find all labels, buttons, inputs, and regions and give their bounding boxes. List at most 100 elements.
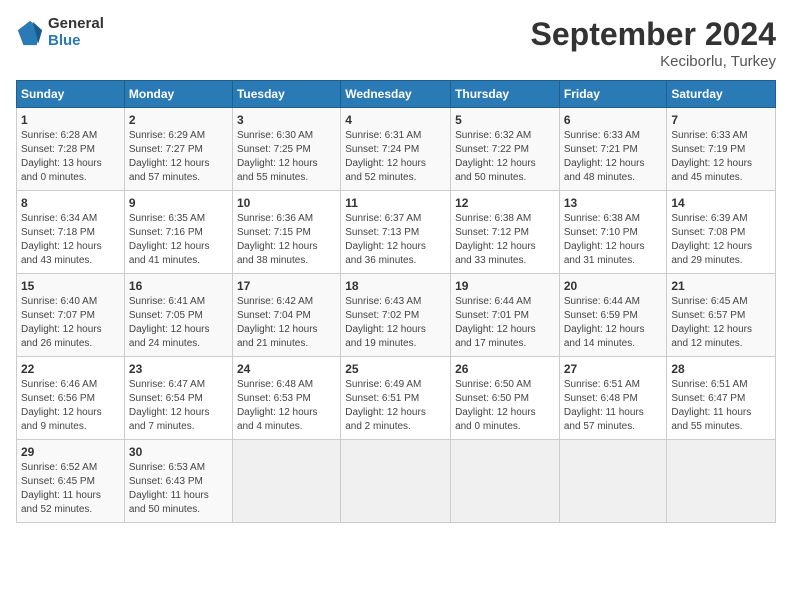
- day-number: 15: [21, 279, 120, 293]
- calendar-day-cell: 16 Sunrise: 6:41 AM Sunset: 7:05 PM Dayli…: [124, 274, 232, 357]
- day-number: 8: [21, 196, 120, 210]
- calendar-week-row: 15 Sunrise: 6:40 AM Sunset: 7:07 PM Dayli…: [17, 274, 776, 357]
- calendar-day-cell: 24 Sunrise: 6:48 AM Sunset: 6:53 PM Dayli…: [232, 357, 340, 440]
- day-info: Sunrise: 6:33 AM Sunset: 7:19 PM Dayligh…: [671, 129, 771, 185]
- calendar-day-cell: 8 Sunrise: 6:34 AM Sunset: 7:18 PM Daylig…: [17, 191, 125, 274]
- weekday-header-cell: Wednesday: [341, 81, 451, 108]
- day-number: 26: [455, 362, 555, 376]
- calendar-week-row: 22 Sunrise: 6:46 AM Sunset: 6:56 PM Dayli…: [17, 357, 776, 440]
- calendar-table: SundayMondayTuesdayWednesdayThursdayFrid…: [16, 80, 776, 523]
- logo-icon: [16, 19, 44, 47]
- calendar-day-cell: 6Sunrise: 6:33 AM Sunset: 7:21 PM Daylig…: [559, 108, 667, 191]
- day-number: 13: [564, 196, 663, 210]
- calendar-day-cell: 9Sunrise: 6:35 AM Sunset: 7:16 PM Daylig…: [124, 191, 232, 274]
- day-number: 21: [671, 279, 771, 293]
- day-number: 3: [237, 113, 336, 127]
- day-info: Sunrise: 6:32 AM Sunset: 7:22 PM Dayligh…: [455, 129, 555, 185]
- calendar-day-cell: 7Sunrise: 6:33 AM Sunset: 7:19 PM Daylig…: [667, 108, 776, 191]
- calendar-day-cell: 1 Sunrise: 6:28 AM Sunset: 7:28 PM Daylig…: [17, 108, 125, 191]
- weekday-header-cell: Sunday: [17, 81, 125, 108]
- logo-general-text: General: [48, 16, 104, 33]
- header: General Blue September 2024 Keciborlu, T…: [16, 16, 776, 70]
- calendar-day-cell: 12Sunrise: 6:38 AM Sunset: 7:12 PM Dayli…: [451, 191, 560, 274]
- day-info: Sunrise: 6:43 AM Sunset: 7:02 PM Dayligh…: [345, 295, 446, 351]
- calendar-day-cell: 18Sunrise: 6:43 AM Sunset: 7:02 PM Dayli…: [341, 274, 451, 357]
- weekday-header-cell: Monday: [124, 81, 232, 108]
- day-number: 2: [129, 113, 228, 127]
- calendar-day-cell: [451, 440, 560, 523]
- day-number: 5: [455, 113, 555, 127]
- day-number: 9: [129, 196, 228, 210]
- day-info: Sunrise: 6:51 AM Sunset: 6:48 PM Dayligh…: [564, 378, 663, 434]
- calendar-day-cell: [232, 440, 340, 523]
- day-number: 24: [237, 362, 336, 376]
- calendar-day-cell: 3 Sunrise: 6:30 AM Sunset: 7:25 PM Daylig…: [232, 108, 340, 191]
- day-info: Sunrise: 6:50 AM Sunset: 6:50 PM Dayligh…: [455, 378, 555, 434]
- calendar-day-cell: 10 Sunrise: 6:36 AM Sunset: 7:15 PM Dayli…: [232, 191, 340, 274]
- day-info: Sunrise: 6:47 AM Sunset: 6:54 PM Dayligh…: [129, 378, 228, 434]
- day-info: Sunrise: 6:48 AM Sunset: 6:53 PM Dayligh…: [237, 378, 336, 434]
- day-info: Sunrise: 6:40 AM Sunset: 7:07 PM Dayligh…: [21, 295, 120, 351]
- day-number: 16: [129, 279, 228, 293]
- calendar-day-cell: 4Sunrise: 6:31 AM Sunset: 7:24 PM Daylig…: [341, 108, 451, 191]
- day-number: 30: [129, 445, 228, 459]
- day-number: 11: [345, 196, 446, 210]
- calendar-day-cell: 28 Sunrise: 6:51 AM Sunset: 6:47 PM Dayli…: [667, 357, 776, 440]
- day-info: Sunrise: 6:31 AM Sunset: 7:24 PM Dayligh…: [345, 129, 446, 185]
- calendar-day-cell: 14 Sunrise: 6:39 AM Sunset: 7:08 PM Dayli…: [667, 191, 776, 274]
- day-info: Sunrise: 6:34 AM Sunset: 7:18 PM Dayligh…: [21, 212, 120, 268]
- calendar-day-cell: 20Sunrise: 6:44 AM Sunset: 6:59 PM Dayli…: [559, 274, 667, 357]
- day-number: 25: [345, 362, 446, 376]
- day-number: 27: [564, 362, 663, 376]
- day-number: 1: [21, 113, 120, 127]
- weekday-header-cell: Tuesday: [232, 81, 340, 108]
- day-info: Sunrise: 6:41 AM Sunset: 7:05 PM Dayligh…: [129, 295, 228, 351]
- calendar-day-cell: [341, 440, 451, 523]
- day-info: Sunrise: 6:38 AM Sunset: 7:10 PM Dayligh…: [564, 212, 663, 268]
- calendar-day-cell: 11 Sunrise: 6:37 AM Sunset: 7:13 PM Dayli…: [341, 191, 451, 274]
- day-info: Sunrise: 6:39 AM Sunset: 7:08 PM Dayligh…: [671, 212, 771, 268]
- day-info: Sunrise: 6:44 AM Sunset: 7:01 PM Dayligh…: [455, 295, 555, 351]
- calendar-week-row: 8 Sunrise: 6:34 AM Sunset: 7:18 PM Daylig…: [17, 191, 776, 274]
- day-info: Sunrise: 6:42 AM Sunset: 7:04 PM Dayligh…: [237, 295, 336, 351]
- logo-blue-text: Blue: [48, 33, 104, 50]
- weekday-header: SundayMondayTuesdayWednesdayThursdayFrid…: [17, 81, 776, 108]
- day-info: Sunrise: 6:51 AM Sunset: 6:47 PM Dayligh…: [671, 378, 771, 434]
- logo: General Blue: [16, 16, 104, 49]
- day-number: 22: [21, 362, 120, 376]
- calendar-day-cell: 21 Sunrise: 6:45 AM Sunset: 6:57 PM Dayli…: [667, 274, 776, 357]
- calendar-day-cell: 15 Sunrise: 6:40 AM Sunset: 7:07 PM Dayli…: [17, 274, 125, 357]
- day-info: Sunrise: 6:33 AM Sunset: 7:21 PM Dayligh…: [564, 129, 663, 185]
- day-info: Sunrise: 6:37 AM Sunset: 7:13 PM Dayligh…: [345, 212, 446, 268]
- day-info: Sunrise: 6:46 AM Sunset: 6:56 PM Dayligh…: [21, 378, 120, 434]
- day-number: 14: [671, 196, 771, 210]
- calendar-day-cell: 26 Sunrise: 6:50 AM Sunset: 6:50 PM Dayli…: [451, 357, 560, 440]
- calendar-week-row: 29 Sunrise: 6:52 AM Sunset: 6:45 PM Dayli…: [17, 440, 776, 523]
- weekday-header-cell: Thursday: [451, 81, 560, 108]
- calendar-day-cell: [667, 440, 776, 523]
- calendar-day-cell: 2Sunrise: 6:29 AM Sunset: 7:27 PM Daylig…: [124, 108, 232, 191]
- day-info: Sunrise: 6:45 AM Sunset: 6:57 PM Dayligh…: [671, 295, 771, 351]
- day-number: 23: [129, 362, 228, 376]
- day-info: Sunrise: 6:52 AM Sunset: 6:45 PM Dayligh…: [21, 461, 120, 517]
- calendar-day-cell: 19Sunrise: 6:44 AM Sunset: 7:01 PM Dayli…: [451, 274, 560, 357]
- day-number: 28: [671, 362, 771, 376]
- day-number: 17: [237, 279, 336, 293]
- calendar-day-cell: 17 Sunrise: 6:42 AM Sunset: 7:04 PM Dayli…: [232, 274, 340, 357]
- calendar-day-cell: 23 Sunrise: 6:47 AM Sunset: 6:54 PM Dayli…: [124, 357, 232, 440]
- day-info: Sunrise: 6:30 AM Sunset: 7:25 PM Dayligh…: [237, 129, 336, 185]
- calendar-day-cell: 27 Sunrise: 6:51 AM Sunset: 6:48 PM Dayli…: [559, 357, 667, 440]
- calendar-day-cell: 5 Sunrise: 6:32 AM Sunset: 7:22 PM Daylig…: [451, 108, 560, 191]
- calendar-day-cell: 22 Sunrise: 6:46 AM Sunset: 6:56 PM Dayli…: [17, 357, 125, 440]
- day-info: Sunrise: 6:28 AM Sunset: 7:28 PM Dayligh…: [21, 129, 120, 185]
- day-number: 12: [455, 196, 555, 210]
- calendar-body: 1 Sunrise: 6:28 AM Sunset: 7:28 PM Daylig…: [17, 108, 776, 523]
- day-info: Sunrise: 6:44 AM Sunset: 6:59 PM Dayligh…: [564, 295, 663, 351]
- day-number: 29: [21, 445, 120, 459]
- title-area: September 2024 Keciborlu, Turkey: [531, 16, 776, 70]
- location-title: Keciborlu, Turkey: [531, 53, 776, 70]
- day-info: Sunrise: 6:36 AM Sunset: 7:15 PM Dayligh…: [237, 212, 336, 268]
- calendar-day-cell: 29 Sunrise: 6:52 AM Sunset: 6:45 PM Dayli…: [17, 440, 125, 523]
- day-number: 10: [237, 196, 336, 210]
- weekday-header-cell: Saturday: [667, 81, 776, 108]
